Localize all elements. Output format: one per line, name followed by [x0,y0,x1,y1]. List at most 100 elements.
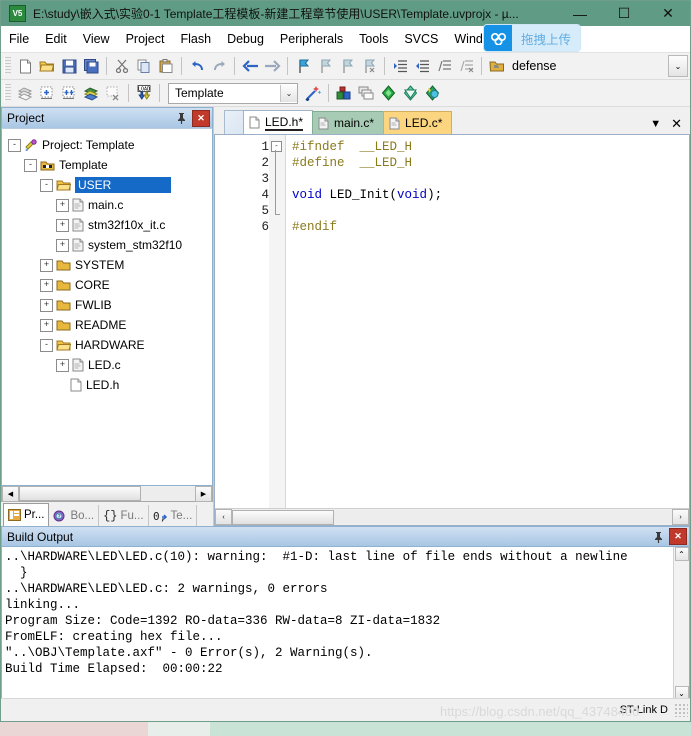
bookmark-next-icon[interactable] [336,55,358,77]
build-output-body[interactable]: ..\HARDWARE\LED\LED.c(10): warning: #1-D… [1,547,690,701]
stop-build-icon[interactable] [102,82,124,104]
tree-node-readme[interactable]: + README [8,315,212,335]
expander-icon[interactable]: + [40,318,53,332]
bookmark-prev-icon[interactable] [314,55,336,77]
minimize-button[interactable]: — [558,1,602,26]
multi-project-icon[interactable] [355,82,377,104]
chevron-down-icon[interactable]: ▼ [650,118,661,130]
cloud-upload-label[interactable]: 拖拽上传 [512,25,581,51]
tab-functions[interactable]: {} Fu... [99,505,149,526]
tree-node-system[interactable]: + SYSTEM [8,255,212,275]
bookmark-clear-icon[interactable] [358,55,380,77]
tab-templates[interactable]: 0, Te... [149,505,198,526]
maximize-button[interactable]: ☐ [602,1,646,26]
target-selector[interactable]: Template ⌄ [168,82,298,104]
pack-installer-icon[interactable] [377,82,399,104]
resize-grip-icon[interactable] [674,703,688,717]
paste-icon[interactable] [155,55,177,77]
scrollbar-thumb[interactable] [232,509,334,525]
comment-icon[interactable] [433,55,455,77]
editor-body[interactable]: 1 2 3 4 5 6 - #ifndef __LED_H #define __… [214,134,690,526]
menu-item-view[interactable]: View [75,26,118,52]
save-all-icon[interactable] [80,55,102,77]
translate-icon[interactable] [14,82,36,104]
editor-tab-led-c[interactable]: LED.c* [383,111,453,134]
batch-build-icon[interactable] [80,82,102,104]
tree-node-project-template[interactable]: - Project: Template [8,135,212,155]
indent-left-icon[interactable] [411,55,433,77]
cloud-upload-widget[interactable]: 拖拽上传 [484,25,581,51]
expander-icon[interactable]: - [8,138,21,152]
tree-node-fwlib[interactable]: + FWLIB [8,295,212,315]
scroll-right-arrow-icon[interactable]: ▶ [195,485,212,502]
expander-icon[interactable]: + [56,198,69,212]
expander-icon[interactable]: - [24,158,37,172]
indent-right-icon[interactable] [389,55,411,77]
editor-horizontal-scrollbar[interactable]: ‹ › [215,508,689,525]
toolbar-grip-icon[interactable] [4,57,11,75]
tree-node-hardware[interactable]: - HARDWARE [8,335,212,355]
tree-node-led-c[interactable]: + LED.c [8,355,212,375]
menu-item-edit[interactable]: Edit [37,26,75,52]
tree-node-template[interactable]: - Template [8,155,212,175]
pin-icon[interactable] [173,110,190,127]
menu-item-tools[interactable]: Tools [351,26,396,52]
copy-icon[interactable] [133,55,155,77]
expander-icon[interactable]: + [40,258,53,272]
expander-icon[interactable]: + [56,218,69,232]
scrollbar-track[interactable] [334,510,672,524]
scroll-left-arrow-icon[interactable]: ◀ [2,485,19,502]
code-folding-column[interactable]: - [269,135,286,508]
menu-item-debug[interactable]: Debug [219,26,272,52]
fold-toggle-icon[interactable]: - [271,141,282,152]
toolbar-grip-icon[interactable] [4,84,11,102]
expander-icon[interactable]: - [40,178,53,192]
expander-icon[interactable]: + [56,358,69,372]
scrollbar-thumb[interactable] [19,486,141,501]
undo-icon[interactable] [186,55,208,77]
menu-item-svcs[interactable]: SVCS [396,26,446,52]
configure-flash-icon[interactable] [421,82,443,104]
close-icon[interactable]: ✕ [669,528,687,545]
cloud-upload-icon[interactable] [484,25,512,51]
open-file-icon[interactable] [36,55,58,77]
uncomment-icon[interactable] [455,55,477,77]
manage-project-items-icon[interactable] [333,82,355,104]
scroll-left-arrow-icon[interactable]: ‹ [215,509,232,525]
download-icon[interactable]: LOAD [133,82,155,104]
save-icon[interactable] [58,55,80,77]
pin-icon[interactable] [650,528,667,545]
tab-books[interactable]: ? Bo... [49,505,100,526]
open-folder-icon[interactable] [486,55,508,77]
build-icon[interactable] [36,82,58,104]
new-file-icon[interactable] [14,55,36,77]
menu-item-file[interactable]: File [1,26,37,52]
navigate-forward-icon[interactable] [261,55,283,77]
expander-icon[interactable]: + [40,278,53,292]
scroll-up-arrow-icon[interactable]: ⌃ [674,547,689,561]
manage-runtime-icon[interactable] [399,82,421,104]
tree-node-system-stm32f10[interactable]: + system_stm32f10 [8,235,212,255]
chevron-down-icon[interactable]: ⌄ [280,84,297,102]
tree-node-led-h[interactable]: LED.h [8,375,212,395]
expander-icon[interactable]: - [40,338,53,352]
tab-project[interactable]: Pr... [3,503,50,526]
scroll-right-arrow-icon[interactable]: › [672,509,689,525]
tree-node-core[interactable]: + CORE [8,275,212,295]
rebuild-icon[interactable] [58,82,80,104]
code-region[interactable]: 1 2 3 4 5 6 - #ifndef __LED_H #define __… [215,135,689,508]
bookmark-toggle-icon[interactable] [292,55,314,77]
cut-icon[interactable] [111,55,133,77]
project-tree-container[interactable]: - Project: Template - Template - USER + … [1,128,213,486]
project-horizontal-scrollbar[interactable]: ◀ ▶ [1,485,213,502]
redo-icon[interactable] [208,55,230,77]
menu-item-project[interactable]: Project [118,26,173,52]
build-output-vertical-scrollbar[interactable]: ⌃ ⌄ [673,547,689,700]
close-button[interactable]: ✕ [646,1,690,26]
toolbar-overflow-button[interactable]: ⌄ [668,55,688,77]
target-options-wand-icon[interactable] [302,82,324,104]
editor-tab-main-c[interactable]: main.c* [312,111,385,134]
menu-item-flash[interactable]: Flash [172,26,219,52]
code-content[interactable]: #ifndef __LED_H #define __LED_H void LED… [286,135,689,508]
close-icon[interactable]: ✕ [192,109,210,127]
